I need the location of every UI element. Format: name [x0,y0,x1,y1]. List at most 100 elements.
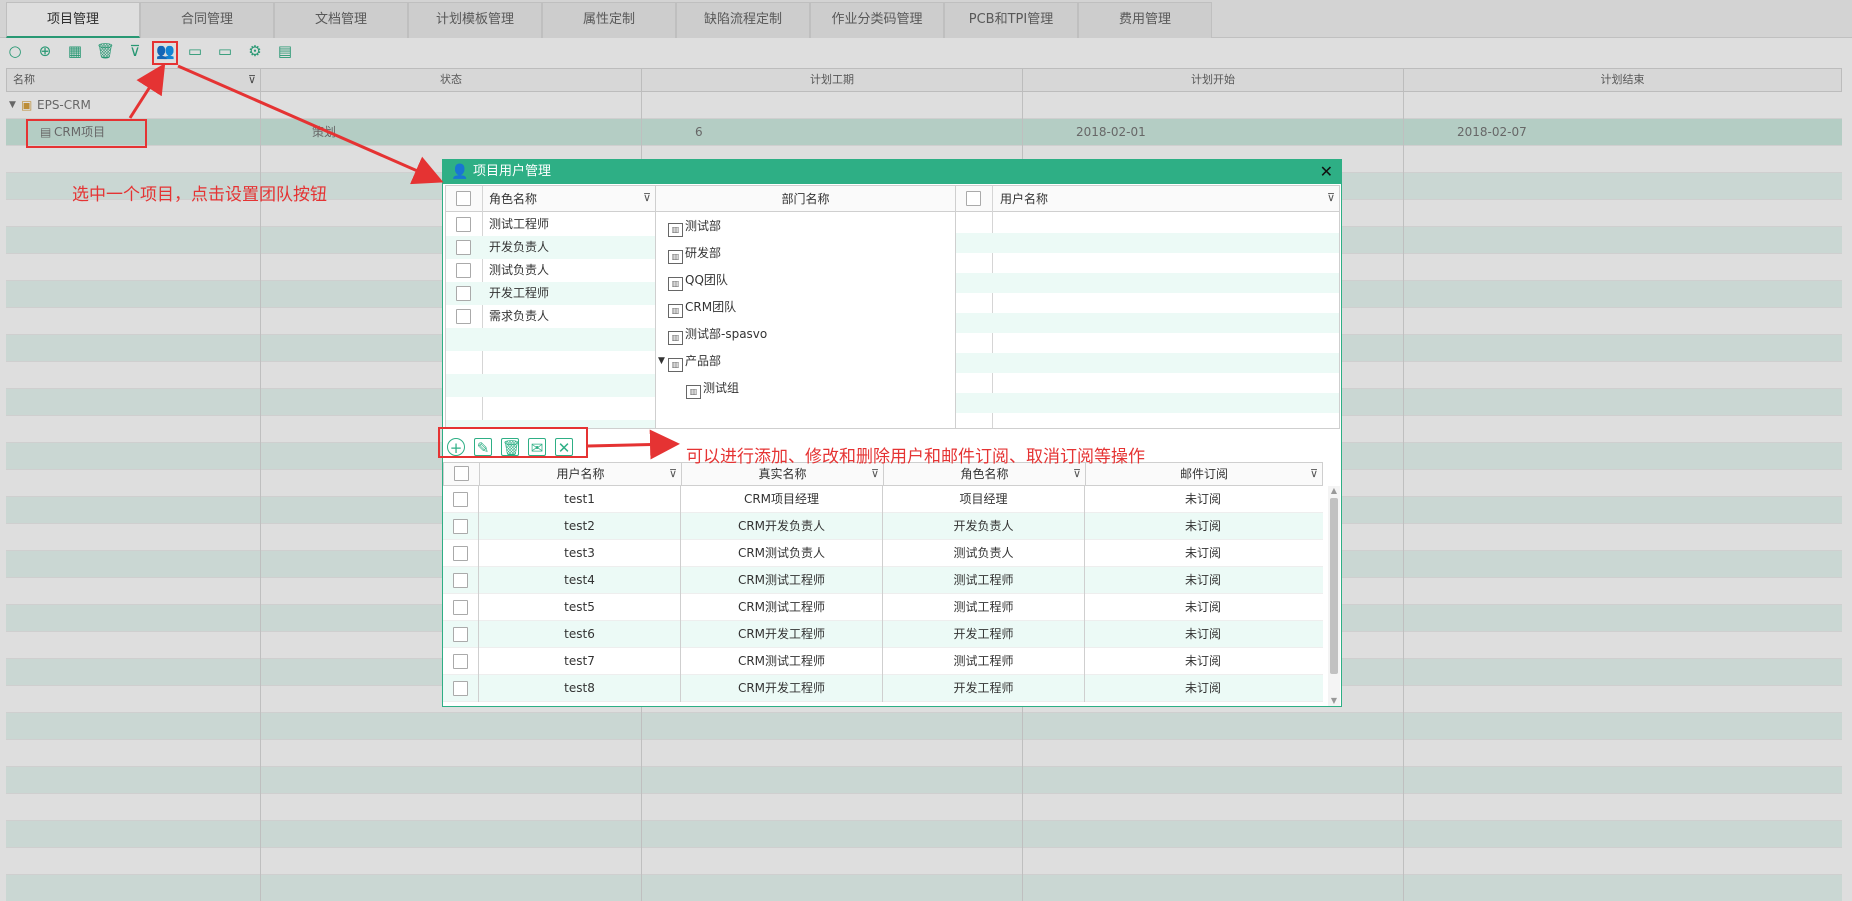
expand-icon[interactable]: ▼ [658,348,665,374]
role-checkbox[interactable] [456,309,471,324]
filter-icon[interactable]: ⊽ [126,42,144,60]
row-checkbox[interactable] [453,627,468,642]
dialog-titlebar: 👤 项目用户管理 ✕ [443,160,1341,184]
role-cell: 开发工程师 [883,621,1085,648]
username-cell: test5 [479,594,681,621]
tab-5[interactable]: 缺陷流程定制 [676,2,810,38]
user-panel: 用户名称 ⊽ [955,185,1340,429]
tab-6[interactable]: 作业分类码管理 [810,2,944,38]
annotation-step1: 选中一个项目，点击设置团队按钮 [72,185,327,205]
empty-row [6,821,1842,848]
role-row[interactable]: 测试负责人 [446,259,655,282]
filter-icon[interactable]: ⊽ [1310,463,1318,485]
dept-panel-header: 部门名称 [656,186,955,212]
role-row[interactable]: 需求负责人 [446,305,655,328]
checkbox-cell [443,486,479,513]
building-icon: ▥ [668,223,683,237]
close-icon[interactable]: ✕ [1320,160,1333,184]
scrollbar[interactable]: ▲ ▼ [1328,486,1340,706]
dept-label: 测试部 [685,219,722,233]
export-icon[interactable]: ▭ [186,42,204,60]
tab-1[interactable]: 合同管理 [140,2,274,38]
settings-icon[interactable]: ⚙ [246,42,264,60]
dept-item[interactable]: ▼ ▥ 产品部 [658,348,722,374]
col-header-status[interactable]: 状态 [261,69,642,91]
role-row[interactable]: 测试工程师 [446,213,655,236]
scroll-down-icon[interactable]: ▼ [1328,696,1340,706]
dept-item[interactable]: ▥ 测试部 [668,213,721,239]
dept-item[interactable]: ▥ 测试部-spasvo [668,321,767,347]
col-header-start[interactable]: 计划开始 [1023,69,1404,91]
col-header-duration[interactable]: 计划工期 [642,69,1023,91]
project-row[interactable]: ▤ CRM项目 策划 6 2018-02-01 2018-02-07 [6,119,1842,146]
dept-label: 产品部 [685,354,722,368]
scroll-up-icon[interactable]: ▲ [1328,486,1340,496]
table-row[interactable]: test4 CRM测试工程师 测试工程师 未订阅 [443,567,1323,594]
checkbox-cell [443,621,479,648]
building-icon: ▥ [668,331,683,345]
report-icon[interactable]: ▤ [276,42,294,60]
dept-item[interactable]: ▥ 测试组 [686,375,739,401]
row-checkbox[interactable] [453,519,468,534]
row-checkbox[interactable] [453,600,468,615]
select-all-checkbox[interactable] [454,466,469,481]
table-row[interactable]: test6 CRM开发工程师 开发工程师 未订阅 [443,621,1323,648]
role-row[interactable]: 开发工程师 [446,282,655,305]
filter-icon[interactable]: ⊽ [1327,191,1335,204]
dept-item[interactable]: ▥ CRM团队 [668,294,736,320]
col-header-name[interactable]: 名称 ⊽ [7,69,261,91]
delete-icon[interactable]: 🗑 [96,42,115,60]
table-row[interactable]: test3 CRM测试负责人 测试负责人 未订阅 [443,540,1323,567]
row-checkbox[interactable] [453,573,468,588]
role-checkbox[interactable] [456,217,471,232]
dept-label: CRM团队 [685,300,737,314]
dept-label: QQ团队 [685,273,728,287]
filter-icon[interactable]: ⊽ [248,69,256,91]
table-row[interactable]: test7 CRM测试工程师 测试工程师 未订阅 [443,648,1323,675]
row-checkbox[interactable] [453,492,468,507]
expand-icon[interactable]: ▼ [9,92,16,119]
dept-header-label: 部门名称 [781,192,830,206]
scroll-thumb[interactable] [1330,498,1338,674]
tab-4[interactable]: 属性定制 [542,2,676,38]
user-panel-header: 用户名称 ⊽ [956,186,1339,212]
role-header-label: 角色名称 [489,192,538,206]
filter-icon[interactable]: ⊽ [643,191,651,204]
table-row[interactable]: test2 CRM开发负责人 开发负责人 未订阅 [443,513,1323,540]
realname-cell: CRM测试工程师 [681,648,883,675]
col-header-end[interactable]: 计划结束 [1404,69,1841,91]
col-header-username[interactable]: 用户名称 ⊽ [480,463,682,485]
tab-3[interactable]: 计划模板管理 [408,2,542,38]
add-icon[interactable]: ⊕ [36,42,54,60]
header-checkbox-cell [444,463,480,485]
role-checkbox[interactable] [456,263,471,278]
project-status: 策划 [312,125,337,139]
refresh-icon[interactable]: ○ [6,42,24,60]
tree-row-root[interactable]: ▼ ▣ EPS-CRM [6,92,1842,119]
dept-item[interactable]: ▥ 研发部 [668,240,721,266]
empty-row [6,713,1842,740]
row-checkbox[interactable] [453,654,468,669]
select-all-users-checkbox[interactable] [966,191,981,206]
role-row[interactable]: 开发负责人 [446,236,655,259]
empty-row [956,213,1339,233]
role-checkbox[interactable] [456,240,471,255]
tab-7[interactable]: PCB和TPI管理 [944,2,1078,38]
realname-cell: CRM项目经理 [681,486,883,513]
tab-8[interactable]: 费用管理 [1078,2,1212,38]
tab-0[interactable]: 项目管理 [6,2,140,38]
username-cell: test6 [479,621,681,648]
table-row[interactable]: test1 CRM项目经理 项目经理 未订阅 [443,486,1323,513]
checkbox-cell [443,675,479,702]
row-checkbox[interactable] [453,546,468,561]
table-row[interactable]: test5 CRM测试工程师 测试工程师 未订阅 [443,594,1323,621]
filter-icon[interactable]: ⊽ [669,463,677,485]
tab-2[interactable]: 文档管理 [274,2,408,38]
select-all-roles-checkbox[interactable] [456,191,471,206]
dept-item[interactable]: ▥ QQ团队 [668,267,728,293]
import-icon[interactable]: ▭ [216,42,234,60]
row-checkbox[interactable] [453,681,468,696]
table-row[interactable]: test8 CRM开发工程师 开发工程师 未订阅 [443,675,1323,702]
hierarchy-icon[interactable]: ▦ [66,42,84,60]
role-checkbox[interactable] [456,286,471,301]
